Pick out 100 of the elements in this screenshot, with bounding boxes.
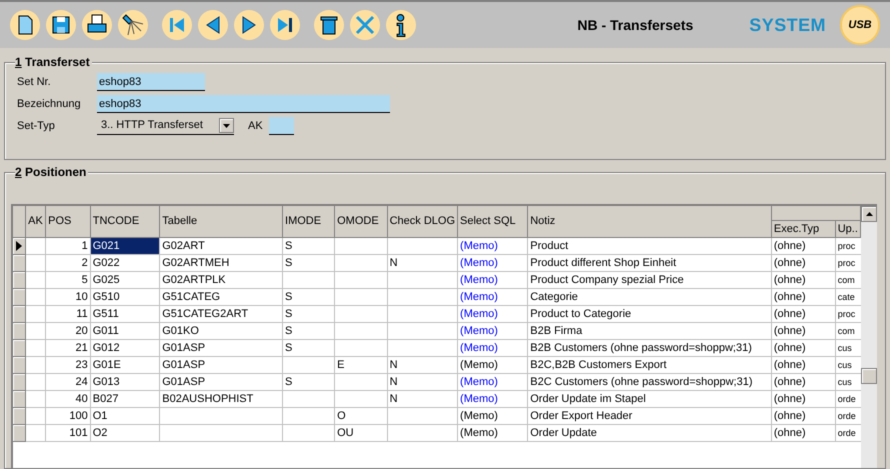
table-cell: G021 [90, 238, 160, 254]
toolbar-button[interactable] [234, 10, 264, 40]
table-cell: G01E [90, 356, 160, 374]
table-cell: Categorie [528, 288, 772, 306]
table-cell [26, 322, 46, 340]
table-cell: Product [528, 238, 772, 254]
toolbar-button[interactable] [198, 10, 228, 40]
table-cell: S [282, 238, 335, 254]
scroll-up-button[interactable] [861, 206, 877, 222]
table-cell: (Memo) [458, 322, 528, 340]
table-cell [334, 374, 388, 390]
table-cell: (Memo) [458, 272, 528, 288]
toolbar-button[interactable] [46, 10, 76, 40]
toolbar-button[interactable] [82, 10, 112, 40]
table-cell: N [387, 390, 458, 408]
table-cell: G013 [90, 374, 160, 390]
table-cell: (ohne) [771, 356, 836, 374]
table-cell: 21 [46, 340, 90, 356]
table-cell: (Memo) [458, 288, 528, 306]
table-cell: (Memo) [458, 408, 528, 424]
column-header[interactable]: Tabelle [160, 206, 283, 238]
table-cell [387, 424, 458, 442]
table-cell: Order Update [528, 424, 772, 442]
column-header[interactable]: Up.. [835, 220, 860, 238]
table-cell: (ohne) [771, 288, 836, 306]
table-cell: 1 [46, 238, 90, 254]
group-title: 1 Transferset [15, 54, 92, 70]
table-cell: O2 [90, 424, 160, 442]
table-cell: G02ARTPLK [160, 272, 283, 288]
table-cell [387, 408, 458, 424]
table-cell: Order Update im Stapel [528, 390, 772, 408]
column-header[interactable]: OMODE [334, 206, 388, 238]
ak-field[interactable] [268, 117, 294, 135]
table-cell: G01ASP [160, 340, 283, 356]
table-cell: E [334, 356, 388, 374]
table-cell: (ohne) [771, 272, 836, 288]
scroll-thumb[interactable] [861, 368, 877, 384]
table-cell [387, 322, 458, 340]
table-cell: Product to Categorie [528, 306, 772, 322]
table-cell: B02AUSHOPHIST [160, 390, 283, 408]
field-label: Set Nr. [17, 74, 52, 90]
table-cell: (ohne) [771, 390, 836, 408]
table-cell [387, 288, 458, 306]
table-cell [334, 238, 388, 254]
table-cell: (Memo) [458, 340, 528, 356]
table-cell: Product different Shop Einheit [528, 254, 772, 272]
table-cell: 11 [46, 306, 90, 322]
table-cell: (Memo) [458, 390, 528, 408]
window-title: NB - Transfersets [577, 16, 694, 34]
row-indicator[interactable] [13, 238, 26, 254]
table-cell: (ohne) [771, 254, 836, 272]
table-cell [282, 272, 335, 288]
field-label: Bezeichnung [17, 96, 82, 112]
logo-badge: USB [840, 5, 880, 45]
table-cell: B027 [90, 390, 160, 408]
table-cell: 5 [46, 272, 90, 288]
toolbar-button[interactable] [314, 10, 344, 40]
toolbar-button[interactable] [118, 10, 148, 40]
table-cell [282, 408, 335, 424]
table-cell: 101 [46, 424, 90, 442]
flashlight-icon [120, 12, 146, 38]
table-cell [26, 238, 46, 254]
column-header[interactable]: IMODE [282, 206, 335, 238]
toolbar-button[interactable] [10, 10, 40, 40]
table-cell [282, 424, 335, 442]
table-cell [26, 390, 46, 408]
text-field[interactable]: eshop83 [97, 95, 390, 113]
set-type-dropdown[interactable]: 3.. HTTP Transferset [97, 117, 234, 135]
column-header[interactable]: Exec.Typ [771, 220, 836, 238]
table-cell: N [387, 254, 458, 272]
table-cell: G011 [90, 322, 160, 340]
table-cell: Order Export Header [528, 408, 772, 424]
field-label: AK [248, 118, 263, 134]
table-cell [26, 288, 46, 306]
column-header[interactable]: Notiz [528, 206, 772, 238]
table-cell: G02ARTMEH [160, 254, 283, 272]
current-row-icon [15, 241, 24, 251]
column-header[interactable]: AK [26, 206, 46, 238]
table-cell: G01KO [160, 322, 283, 340]
text-field[interactable]: eshop83 [97, 73, 205, 91]
field-label: Set-Typ [17, 118, 56, 134]
column-header[interactable]: POS [46, 206, 90, 238]
table-cell: OU [334, 424, 388, 442]
table-cell [387, 340, 458, 356]
column-header[interactable]: Select SQL [458, 206, 528, 238]
toolbar-button[interactable] [270, 10, 300, 40]
table-cell: Product Company spezial Price [528, 272, 772, 288]
table-cell: S [282, 340, 335, 356]
table-cell [26, 254, 46, 272]
vertical-scrollbar[interactable] [861, 206, 877, 468]
table-cell [26, 306, 46, 322]
info-icon [396, 14, 406, 36]
table-cell [334, 306, 388, 322]
column-header[interactable]: Check DLOG [387, 206, 458, 238]
column-header[interactable]: TNCODE [90, 206, 160, 238]
table-cell [26, 340, 46, 356]
table-cell [387, 272, 458, 288]
logo-text: SYSTEM [749, 14, 826, 36]
toolbar-button[interactable] [386, 10, 416, 40]
table-cell: 24 [46, 374, 90, 390]
